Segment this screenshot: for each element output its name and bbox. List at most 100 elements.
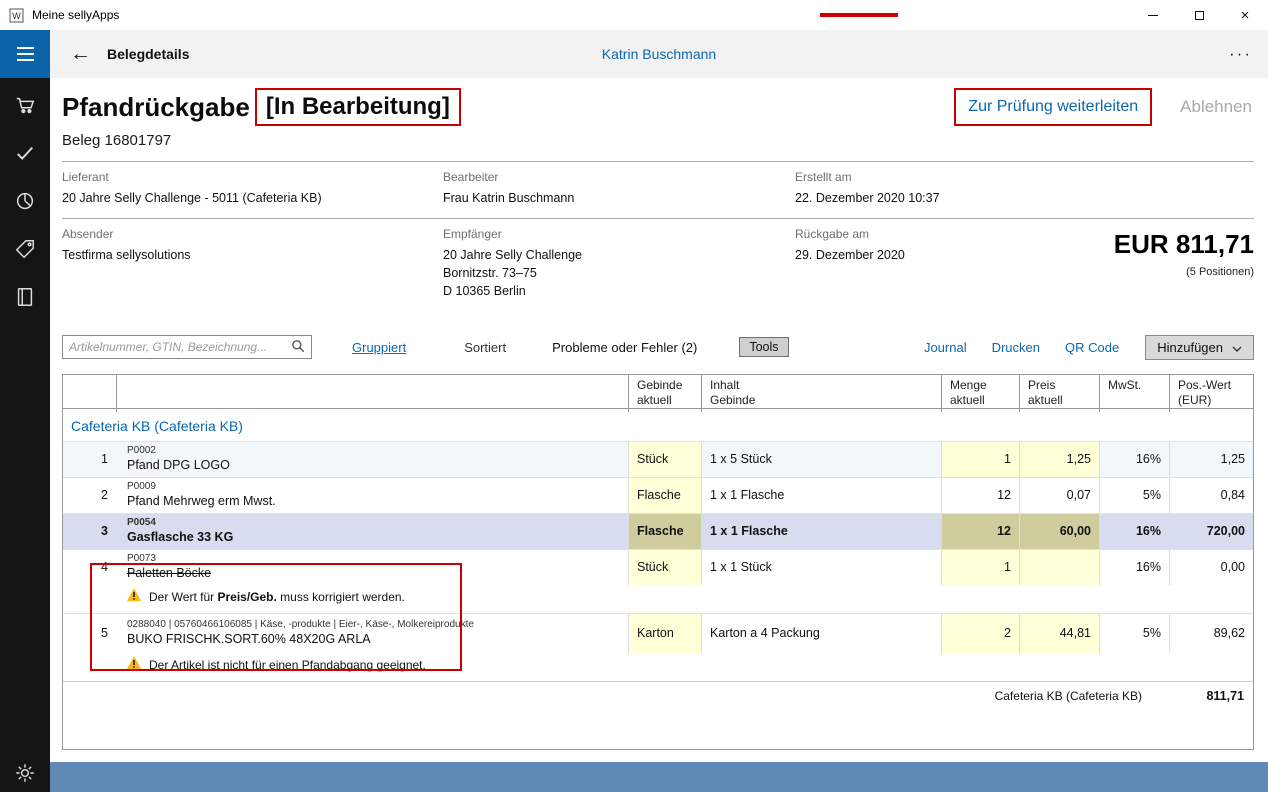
document-total: EUR 811,71 <box>1035 229 1254 260</box>
minimize-icon <box>1148 15 1158 16</box>
mwst-cell: 16% <box>1099 442 1169 477</box>
mwst-cell: 16% <box>1099 550 1169 585</box>
info-row-2: Absender Testfirma sellysolutions Empfän… <box>62 218 1254 312</box>
chevron-down-icon <box>1232 340 1242 355</box>
gebinde-cell[interactable]: Flasche <box>628 478 701 513</box>
inhalt-cell: 1 x 5 Stück <box>701 442 941 477</box>
main-content: Pfandrückgabe [In Bearbeitung] Zur Prüfu… <box>50 78 1268 762</box>
erstellt-value: 22. Dezember 2020 10:37 <box>795 189 1254 207</box>
menu-button[interactable] <box>0 30 50 78</box>
gebinde-cell[interactable]: Karton <box>628 614 701 653</box>
document-number: Beleg 16801797 <box>62 132 1254 149</box>
article-code: P0009 <box>127 480 156 493</box>
pie-chart-icon[interactable] <box>14 190 36 212</box>
empfaenger-line: Bornitzstr. 73–75 <box>443 264 795 282</box>
price-tag-icon[interactable] <box>14 238 36 260</box>
lieferant-value: 20 Jahre Selly Challenge - 5011 (Cafeter… <box>62 189 443 207</box>
close-icon: × <box>1241 8 1250 23</box>
info-row-1: Lieferant 20 Jahre Selly Challenge - 501… <box>62 161 1254 218</box>
article-code: P0002 <box>127 444 156 457</box>
warning-row: Der Artikel ist nicht für einen Pfandabg… <box>63 653 1253 681</box>
preis-cell[interactable] <box>1019 550 1099 585</box>
titlebar: W Meine sellyApps × <box>0 0 1268 30</box>
menge-cell[interactable]: 12 <box>941 478 1019 513</box>
preis-cell[interactable]: 60,00 <box>1019 514 1099 549</box>
close-button[interactable]: × <box>1222 0 1268 30</box>
warning-icon <box>127 588 141 606</box>
gebinde-cell[interactable]: Stück <box>628 442 701 477</box>
wert-cell: 720,00 <box>1169 514 1253 549</box>
menge-cell[interactable]: 1 <box>941 442 1019 477</box>
document-type-title: Pfandrückgabe <box>62 92 250 123</box>
inhalt-cell: 1 x 1 Flasche <box>701 514 941 549</box>
warning-icon <box>127 656 141 674</box>
table-row[interactable]: 4 P0073Paletten Böcke Stück 1 x 1 Stück … <box>63 549 1253 585</box>
hamburger-icon <box>17 47 34 49</box>
absender-value: Testfirma sellysolutions <box>62 246 443 264</box>
journal-link[interactable]: Journal <box>924 340 967 355</box>
window-title: Meine sellyApps <box>32 8 119 22</box>
table-row[interactable]: 2 P0009Pfand Mehrweg erm Mwst. Flasche 1… <box>63 477 1253 513</box>
warning-text: Der Wert für Preis/Geb. muss korrigiert … <box>149 590 405 604</box>
search-box <box>62 335 312 359</box>
absender-label: Absender <box>62 227 443 241</box>
gruppiert-link[interactable]: Gruppiert <box>352 340 406 355</box>
table-header: Gebindeaktuell InhaltGebinde Mengeaktuel… <box>63 375 1253 409</box>
footer-group-label: Cafeteria KB (Cafeteria KB) <box>995 689 1142 703</box>
mwst-cell: 5% <box>1099 478 1169 513</box>
table-footer: Cafeteria KB (Cafeteria KB) 811,71 <box>63 681 1253 711</box>
reject-button[interactable]: Ablehnen <box>1180 97 1252 117</box>
positions-count: (5 Positionen) <box>1035 266 1254 278</box>
erstellt-label: Erstellt am <box>795 170 1254 184</box>
checkmark-icon[interactable] <box>14 142 36 164</box>
empfaenger-line: D 10365 Berlin <box>443 282 795 300</box>
search-icon[interactable] <box>291 339 305 356</box>
gebinde-cell[interactable]: Stück <box>628 550 701 585</box>
search-input[interactable] <box>69 340 291 354</box>
maximize-button[interactable] <box>1176 0 1222 30</box>
app-logo-w-icon: W <box>9 8 24 23</box>
drucken-link[interactable]: Drucken <box>992 340 1040 355</box>
gear-icon[interactable] <box>14 762 36 784</box>
cart-icon[interactable] <box>14 94 36 116</box>
preis-cell[interactable]: 0,07 <box>1019 478 1099 513</box>
probleme-link[interactable]: Probleme oder Fehler (2) <box>552 340 697 355</box>
wert-cell: 0,84 <box>1169 478 1253 513</box>
qr-code-link[interactable]: QR Code <box>1065 340 1119 355</box>
wert-cell: 1,25 <box>1169 442 1253 477</box>
forward-for-review-button[interactable]: Zur Prüfung weiterleiten <box>954 88 1152 126</box>
window-controls: × <box>1130 0 1268 30</box>
article-name: Pfand DPG LOGO <box>127 457 230 473</box>
appbar-user: Katrin Buschmann <box>50 46 1268 62</box>
tools-button[interactable]: Tools <box>739 337 788 357</box>
more-menu-button[interactable]: ··· <box>1229 44 1252 64</box>
article-code: 0288040 | 05760466106085 | Käse, -produk… <box>127 618 474 631</box>
gebinde-cell[interactable]: Flasche <box>628 514 701 549</box>
table-row[interactable]: 1 P0002Pfand DPG LOGO Stück 1 x 5 Stück … <box>63 441 1253 477</box>
book-icon[interactable] <box>14 286 36 308</box>
table-row[interactable]: 5 0288040 | 05760466106085 | Käse, -prod… <box>63 613 1253 653</box>
minimize-button[interactable] <box>1130 0 1176 30</box>
hinzufuegen-button[interactable]: Hinzufügen <box>1145 335 1254 360</box>
lieferant-label: Lieferant <box>62 170 443 184</box>
bottom-bar <box>50 762 1268 792</box>
preis-cell[interactable]: 1,25 <box>1019 442 1099 477</box>
inhalt-cell: 1 x 1 Stück <box>701 550 941 585</box>
article-name: Paletten Böcke <box>127 565 211 581</box>
menge-cell[interactable]: 1 <box>941 550 1019 585</box>
article-code: P0073 <box>127 552 156 565</box>
empfaenger-line: 20 Jahre Selly Challenge <box>443 246 795 264</box>
wert-cell: 0,00 <box>1169 550 1253 585</box>
article-name: Pfand Mehrweg erm Mwst. <box>127 493 276 509</box>
preis-cell[interactable]: 44,81 <box>1019 614 1099 653</box>
group-header[interactable]: Cafeteria KB (Cafeteria KB) <box>63 409 1253 441</box>
menge-cell[interactable]: 12 <box>941 514 1019 549</box>
table-row-selected[interactable]: 3 P0054Gasflasche 33 KG Flasche 1 x 1 Fl… <box>63 513 1253 549</box>
rueckgabe-value: 29. Dezember 2020 <box>795 246 1035 264</box>
sortiert-link[interactable]: Sortiert <box>464 340 506 355</box>
inhalt-cell: Karton a 4 Packung <box>701 614 941 653</box>
empfaenger-label: Empfänger <box>443 227 795 241</box>
mwst-cell: 16% <box>1099 514 1169 549</box>
menge-cell[interactable]: 2 <box>941 614 1019 653</box>
svg-text:W: W <box>12 11 21 21</box>
